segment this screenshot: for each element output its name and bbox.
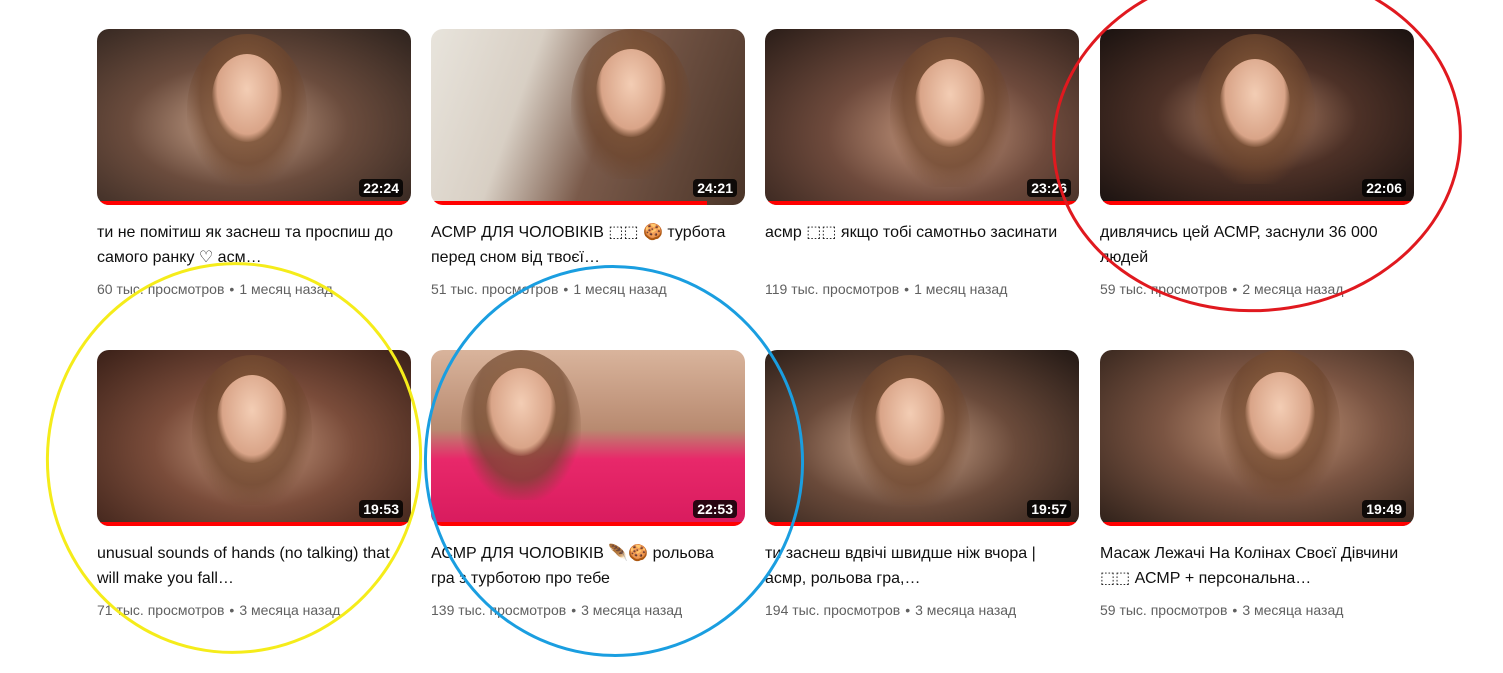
video-title[interactable]: АСМР ДЛЯ ЧОЛОВІКІВ 🪶🍪 рольова гра з турб… bbox=[431, 541, 731, 591]
upload-age: 2 месяца назад bbox=[1242, 281, 1344, 297]
meta-separator: • bbox=[904, 281, 910, 297]
upload-age: 3 месяца назад bbox=[1242, 602, 1344, 618]
meta-separator: • bbox=[229, 281, 235, 297]
watch-progress-bar bbox=[431, 522, 745, 526]
video-meta: 59 тыс. просмотров • 2 месяца назад bbox=[1100, 279, 1414, 299]
watch-progress-bar bbox=[1100, 201, 1414, 205]
video-meta: 51 тыс. просмотров • 1 месяц назад bbox=[431, 279, 745, 299]
video-card[interactable]: 19:49 Масаж Лежачі На Колінах Своєї Дівч… bbox=[1100, 350, 1414, 650]
view-count: 60 тыс. просмотров bbox=[97, 281, 225, 297]
video-thumbnail[interactable]: 22:06 bbox=[1100, 29, 1414, 205]
watch-progress-bar bbox=[1100, 522, 1414, 526]
watch-progress-bar bbox=[765, 522, 1079, 526]
meta-separator: • bbox=[1232, 602, 1238, 618]
video-thumbnail[interactable]: 23:26 bbox=[765, 29, 1079, 205]
view-count: 59 тыс. просмотров bbox=[1100, 602, 1228, 618]
duration-badge: 22:24 bbox=[359, 179, 403, 197]
video-title[interactable]: АСМР ДЛЯ ЧОЛОВІКІВ ⬚⬚ 🍪 турбота перед сн… bbox=[431, 220, 731, 270]
video-thumbnail[interactable]: 24:21 bbox=[431, 29, 745, 205]
video-thumbnail[interactable]: 19:49 bbox=[1100, 350, 1414, 526]
video-thumbnail[interactable]: 22:24 bbox=[97, 29, 411, 205]
video-meta: 59 тыс. просмотров • 3 месяца назад bbox=[1100, 600, 1414, 620]
meta-separator: • bbox=[571, 602, 577, 618]
video-title[interactable]: дивлячись цей АСМР, заснули 36 000 людей bbox=[1100, 220, 1400, 270]
meta-separator: • bbox=[563, 281, 569, 297]
duration-badge: 19:53 bbox=[359, 500, 403, 518]
watch-progress-bar bbox=[97, 522, 411, 526]
video-title[interactable]: Масаж Лежачі На Колінах Своєї Дівчини ⬚⬚… bbox=[1100, 541, 1400, 591]
video-grid: 22:24 ти не помітиш як заснеш та проспиш… bbox=[0, 0, 1503, 653]
video-card[interactable]: 19:53 unusual sounds of hands (no talkin… bbox=[97, 350, 411, 650]
duration-badge: 19:57 bbox=[1027, 500, 1071, 518]
video-meta: 71 тыс. просмотров • 3 месяца назад bbox=[97, 600, 411, 620]
video-thumbnail[interactable]: 19:57 bbox=[765, 350, 1079, 526]
video-meta: 139 тыс. просмотров • 3 месяца назад bbox=[431, 600, 745, 620]
upload-age: 3 месяца назад bbox=[239, 602, 341, 618]
duration-badge: 19:49 bbox=[1362, 500, 1406, 518]
video-card[interactable]: 22:53 АСМР ДЛЯ ЧОЛОВІКІВ 🪶🍪 рольова гра … bbox=[431, 350, 745, 650]
upload-age: 1 месяц назад bbox=[239, 281, 333, 297]
meta-separator: • bbox=[1232, 281, 1238, 297]
video-meta: 119 тыс. просмотров • 1 месяц назад bbox=[765, 279, 1079, 299]
meta-separator: • bbox=[905, 602, 911, 618]
video-title[interactable]: ти заснеш вдвічі швидше ніж вчора | асмр… bbox=[765, 541, 1065, 591]
video-thumbnail[interactable]: 22:53 bbox=[431, 350, 745, 526]
view-count: 119 тыс. просмотров bbox=[765, 281, 900, 297]
watch-progress-bar bbox=[431, 201, 708, 205]
view-count: 71 тыс. просмотров bbox=[97, 602, 225, 618]
meta-separator: • bbox=[229, 602, 235, 618]
view-count: 139 тыс. просмотров bbox=[431, 602, 567, 618]
video-title[interactable]: асмр ⬚⬚ якщо тобі самотньо засинати bbox=[765, 220, 1065, 245]
video-title[interactable]: ти не помітиш як заснеш та проспиш до са… bbox=[97, 220, 397, 270]
video-thumbnail[interactable]: 19:53 bbox=[97, 350, 411, 526]
upload-age: 3 месяца назад bbox=[915, 602, 1017, 618]
video-card[interactable]: 22:06 дивлячись цей АСМР, заснули 36 000… bbox=[1100, 29, 1414, 329]
video-meta: 194 тыс. просмотров • 3 месяца назад bbox=[765, 600, 1079, 620]
duration-badge: 22:06 bbox=[1362, 179, 1406, 197]
video-meta: 60 тыс. просмотров • 1 месяц назад bbox=[97, 279, 411, 299]
video-card[interactable]: 23:26 асмр ⬚⬚ якщо тобі самотньо засинат… bbox=[765, 29, 1079, 329]
view-count: 51 тыс. просмотров bbox=[431, 281, 559, 297]
upload-age: 1 месяц назад bbox=[914, 281, 1008, 297]
watch-progress-bar bbox=[765, 201, 1079, 205]
video-card[interactable]: 22:24 ти не помітиш як заснеш та проспиш… bbox=[97, 29, 411, 329]
view-count: 59 тыс. просмотров bbox=[1100, 281, 1228, 297]
video-card[interactable]: 19:57 ти заснеш вдвічі швидше ніж вчора … bbox=[765, 350, 1079, 650]
duration-badge: 22:53 bbox=[693, 500, 737, 518]
upload-age: 1 месяц назад bbox=[573, 281, 667, 297]
upload-age: 3 месяца назад bbox=[581, 602, 683, 618]
video-title[interactable]: unusual sounds of hands (no talking) tha… bbox=[97, 541, 397, 591]
watch-progress-bar bbox=[97, 201, 411, 205]
video-card[interactable]: 24:21 АСМР ДЛЯ ЧОЛОВІКІВ ⬚⬚ 🍪 турбота пе… bbox=[431, 29, 745, 329]
duration-badge: 23:26 bbox=[1027, 179, 1071, 197]
view-count: 194 тыс. просмотров bbox=[765, 602, 901, 618]
duration-badge: 24:21 bbox=[693, 179, 737, 197]
